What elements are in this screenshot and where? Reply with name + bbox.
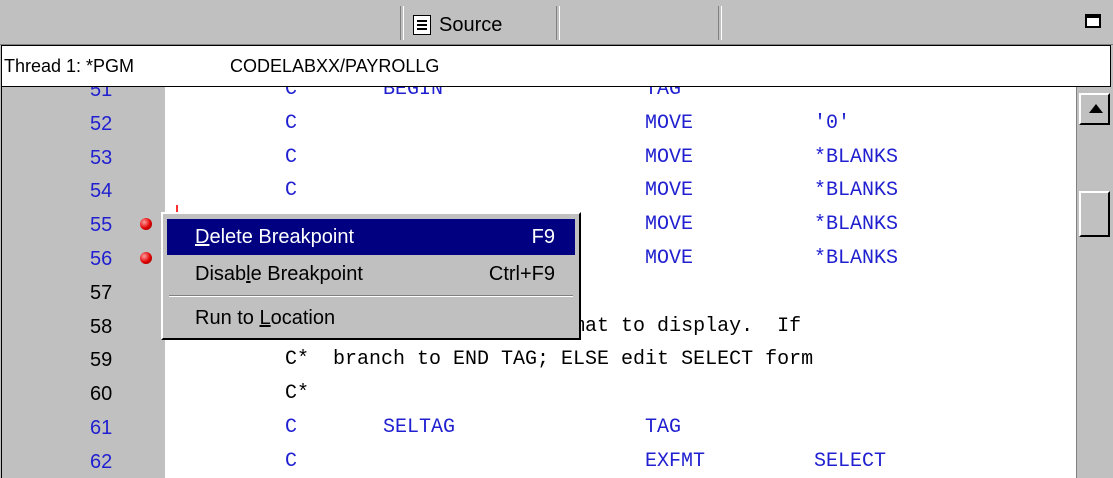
- code-spec: C: [285, 449, 298, 473]
- menu-item-disable-breakpoint[interactable]: Disable Breakpoint Ctrl+F9: [167, 256, 575, 292]
- code-spec: C: [285, 111, 298, 135]
- vertical-scrollbar[interactable]: [1076, 87, 1113, 478]
- code-operand: SELECT: [814, 449, 887, 473]
- scroll-thumb[interactable]: [1079, 191, 1110, 237]
- menu-item-shortcut: Ctrl+F9: [488, 263, 555, 285]
- code-line[interactable]: 60 C*: [2, 377, 1077, 411]
- document-icon: [413, 15, 431, 35]
- line-number: 57: [90, 281, 113, 304]
- menu-item-shortcut: F9: [531, 226, 555, 248]
- thread-bar: Thread 1: *PGM CODELABXX/PAYROLLG: [1, 45, 1111, 87]
- menu-item-label: Disable Breakpoint: [195, 263, 363, 285]
- line-number: 52: [90, 112, 113, 135]
- source-tab-label: Source: [439, 13, 503, 36]
- menu-item-label: Run to Location: [195, 307, 336, 329]
- line-number: 55: [90, 214, 113, 237]
- code-factor: BEGIN: [383, 87, 444, 101]
- code-opcode: MOVE: [645, 247, 694, 270]
- source-tab[interactable]: Source: [413, 10, 502, 40]
- line-number: 54: [90, 180, 113, 203]
- title-separator: [718, 6, 722, 40]
- code-line[interactable]: 62 C EXFMT SELECT: [2, 445, 1077, 478]
- menu-item-label: Delete Breakpoint: [195, 226, 354, 248]
- menu-item-delete-breakpoint[interactable]: Delete Breakpoint F9: [167, 219, 575, 255]
- title-separator: [400, 6, 404, 40]
- code-operand: '0': [814, 111, 851, 135]
- line-number: 59: [90, 349, 113, 372]
- code-operand: *BLANKS: [814, 145, 899, 169]
- code-spec: C: [285, 179, 298, 203]
- line-number: 53: [90, 146, 113, 169]
- breakpoint-icon[interactable]: [140, 218, 152, 231]
- line-number: 61: [90, 417, 113, 439]
- code-spec: C: [285, 416, 298, 439]
- thread-label: Thread 1: *PGM: [4, 56, 135, 76]
- code-spec: C: [285, 145, 298, 169]
- line-number: 56: [90, 248, 113, 270]
- code-operand: *BLANKS: [814, 247, 899, 270]
- title-separator: [556, 6, 560, 40]
- line-number: 62: [90, 450, 113, 473]
- code-operand: *BLANKS: [814, 213, 899, 237]
- code-opcode: MOVE: [645, 111, 694, 135]
- menu-separator: [169, 295, 573, 297]
- code-opcode: MOVE: [645, 179, 694, 203]
- code-comment: C*: [285, 382, 310, 406]
- line-number: 60: [90, 383, 113, 406]
- maximize-icon[interactable]: [1085, 14, 1101, 28]
- code-opcode: MOVE: [645, 213, 694, 237]
- scroll-up-button[interactable]: [1079, 93, 1110, 125]
- code-line[interactable]: 54 C MOVE *BLANKS: [2, 174, 1077, 208]
- breakpoint-icon[interactable]: [140, 252, 152, 264]
- code-opcode: TAG: [645, 87, 682, 101]
- code-opcode: MOVE: [645, 145, 694, 169]
- title-bar: Source: [0, 0, 1113, 45]
- code-spec: C: [285, 87, 298, 101]
- line-number: 51: [90, 87, 113, 101]
- menu-item-run-to-location[interactable]: Run to Location: [167, 300, 575, 336]
- code-line[interactable]: 53 C MOVE *BLANKS: [2, 141, 1077, 175]
- code-line[interactable]: 59 C* branch to END TAG; ELSE edit SELECT…: [2, 343, 1077, 377]
- code-opcode: TAG: [645, 416, 682, 439]
- context-menu: Delete Breakpoint F9 Disable Breakpoint …: [161, 212, 581, 340]
- code-factor: SELTAG: [383, 416, 456, 439]
- line-number: 58: [90, 315, 113, 338]
- code-line[interactable]: 51 C BEGIN TAG: [2, 87, 1077, 107]
- code-line[interactable]: 52 C MOVE '0': [2, 107, 1077, 141]
- code-opcode: EXFMT: [645, 449, 706, 473]
- code-comment: C* branch to END TAG; ELSE edit SELECT f…: [285, 348, 814, 372]
- code-operand: *BLANKS: [814, 179, 899, 203]
- code-line[interactable]: 61 C SELTAG TAG: [2, 411, 1077, 445]
- arrow-up-icon: [1089, 104, 1103, 113]
- program-name: CODELABXX/PAYROLLG: [230, 56, 440, 76]
